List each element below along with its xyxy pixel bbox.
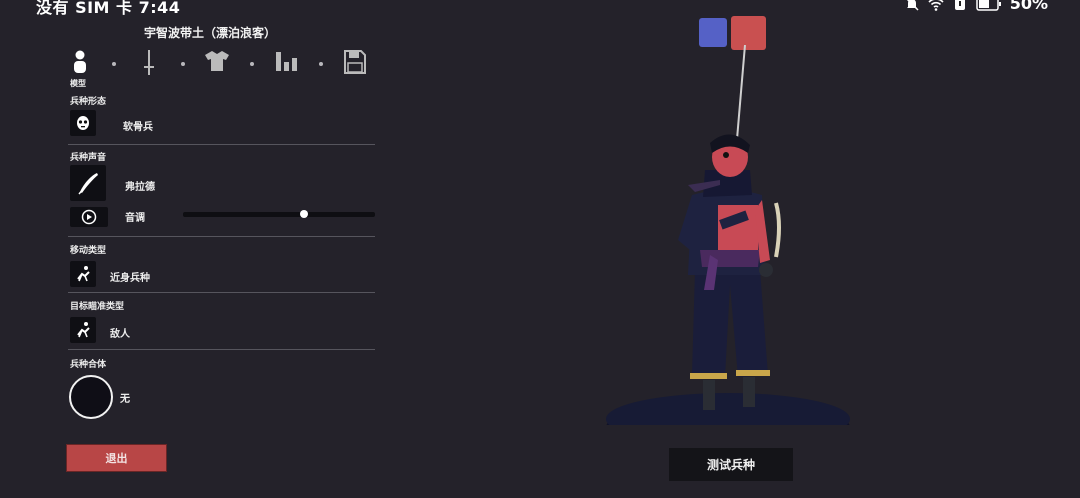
tab-model[interactable] [73, 50, 87, 78]
pitch-label: 音调 [125, 213, 145, 224]
test-unit-button[interactable]: 测试兵种 [669, 448, 793, 481]
unit-combine-label: 兵种合体 [70, 360, 107, 370]
skull-mask-icon [77, 116, 89, 130]
exit-button[interactable]: 退出 [66, 444, 167, 472]
unit-form-label: 兵种形态 [70, 97, 107, 107]
unit-title: 宇智波带土（漂泊浪客） [143, 26, 276, 40]
tab-clothing[interactable] [205, 50, 229, 76]
tab-stats[interactable] [275, 50, 299, 76]
targeting-type-label: 目标瞄准类型 [70, 302, 125, 312]
pedestal-top [606, 393, 850, 425]
wifi-icon [928, 0, 944, 11]
movement-type-selector[interactable] [70, 261, 96, 287]
notification-icon [954, 0, 965, 10]
editor-tabs [70, 48, 370, 78]
unit-voice-value: 弗拉德 [125, 182, 155, 193]
unit-voice-selector[interactable] [70, 165, 106, 201]
battery-percent: 50% [1009, 0, 1048, 13]
tab-weapon[interactable] [144, 50, 154, 80]
unit-preview[interactable] [600, 45, 860, 425]
floppy-disk-icon [344, 50, 366, 74]
play-voice-button[interactable] [70, 207, 108, 227]
play-icon [81, 209, 97, 225]
shirt-icon [205, 51, 229, 71]
blue-team-swatch[interactable] [699, 18, 727, 47]
movement-type-label: 移动类型 [70, 246, 107, 256]
tab-model-label: 模型 [70, 79, 86, 88]
targeting-type-value: 敌人 [110, 329, 130, 340]
person-icon [74, 50, 86, 73]
pitch-slider-handle[interactable] [299, 210, 308, 218]
section-divider [68, 144, 375, 145]
pitch-slider[interactable] [183, 212, 375, 217]
bar-chart-icon [276, 52, 297, 71]
tab-separator [319, 62, 323, 66]
tab-separator [250, 62, 254, 66]
unit-form-value: 软骨兵 [123, 122, 153, 133]
section-divider [68, 236, 375, 237]
section-divider [68, 349, 375, 350]
target-figure-icon [77, 322, 90, 338]
battery-icon [975, 0, 1001, 11]
running-figure-icon [77, 266, 90, 282]
unit-combine-value: 无 [120, 394, 130, 405]
mute-bell-icon [906, 0, 919, 11]
section-divider [68, 292, 375, 293]
unit-form-selector[interactable] [70, 110, 96, 136]
sword-icon [144, 50, 154, 75]
targeting-type-selector[interactable] [70, 317, 96, 343]
movement-type-value: 近身兵种 [110, 273, 150, 284]
tab-separator [112, 62, 116, 66]
unit-pants [692, 270, 768, 377]
unit-combine-selector[interactable] [69, 375, 113, 419]
unit-voice-label: 兵种声音 [70, 153, 107, 163]
tab-save[interactable] [344, 50, 366, 78]
status-bar-left: 没有 SIM 卡 7:44 [36, 0, 181, 17]
tab-separator [181, 62, 185, 66]
status-bar-right: 50% [904, 0, 1048, 13]
feather-icon [78, 173, 98, 195]
